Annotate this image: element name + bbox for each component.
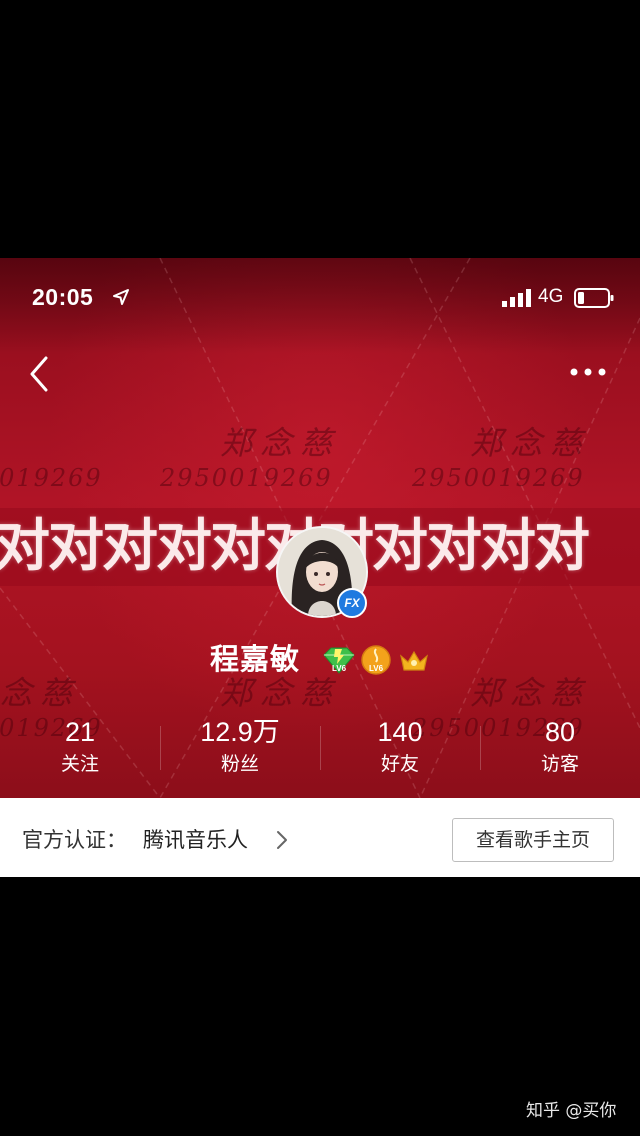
- back-chevron-icon[interactable]: [24, 354, 54, 394]
- background-watermark-name: 郑念慈: [470, 424, 591, 462]
- battery-icon: [574, 288, 614, 308]
- signal-strength-icon: [502, 289, 531, 307]
- screenshot-frame: 郑念慈 郑念慈 郑念慈 郑念慈 郑念慈 2950019269 295001926…: [0, 0, 640, 1136]
- stat-value: 12.9万: [200, 717, 280, 747]
- chevron-right-icon[interactable]: [276, 830, 288, 850]
- stat-friends[interactable]: 140 好友: [320, 714, 480, 780]
- stat-label: 粉丝: [220, 753, 259, 775]
- stat-value: 21: [64, 717, 96, 747]
- background-watermark-name: 郑念慈: [470, 674, 591, 712]
- stat-label: 访客: [540, 753, 579, 775]
- stat-label: 好友: [380, 753, 419, 775]
- background-watermark-number: 2950019269: [412, 464, 585, 492]
- view-singer-page-button[interactable]: 查看歌手主页: [452, 818, 614, 862]
- stat-value: 140: [377, 717, 423, 747]
- crown-vip-icon[interactable]: [398, 648, 430, 674]
- background-watermark-name: 郑念慈: [0, 674, 81, 712]
- background-watermark-number: 2950019269: [160, 464, 333, 492]
- stat-following[interactable]: 21 关注: [0, 714, 160, 780]
- level-badge-text: LV6: [369, 664, 384, 673]
- stat-value: 80: [544, 717, 576, 747]
- profile-header: 郑念慈 郑念慈 郑念慈 郑念慈 郑念慈 2950019269 295001926…: [0, 258, 640, 798]
- certification-link[interactable]: 腾讯音乐人: [143, 824, 248, 854]
- status-time: 20:05: [32, 284, 94, 310]
- footer-watermark: 知乎 @买你: [526, 1101, 617, 1121]
- stat-fans[interactable]: 12.9万 粉丝: [160, 714, 320, 780]
- stat-visitors[interactable]: 80 访客: [480, 714, 640, 780]
- certification-label: 官方认证：: [22, 828, 127, 852]
- location-arrow-icon: [113, 289, 129, 305]
- background-watermark-number: 2950019269: [0, 464, 103, 492]
- more-options-icon[interactable]: [568, 365, 608, 379]
- profile-nickname: 程嘉敏: [210, 642, 301, 676]
- stats-row: 21 关注 12.9万 粉丝 140 好友 80 访客: [0, 714, 640, 780]
- network-type: 4G: [538, 286, 564, 307]
- background-watermark-name: 郑念慈: [220, 424, 341, 462]
- certification-bar: 官方认证： 腾讯音乐人 查看歌手主页: [0, 798, 640, 877]
- verified-badge: FX: [337, 588, 367, 618]
- level-badge-text: LV6: [332, 664, 347, 673]
- stat-label: 关注: [60, 753, 99, 775]
- status-bar: 20:05 4G: [0, 258, 640, 338]
- green-diamond-level-icon[interactable]: LV6: [322, 646, 356, 676]
- orange-level-icon[interactable]: LV6: [360, 644, 392, 676]
